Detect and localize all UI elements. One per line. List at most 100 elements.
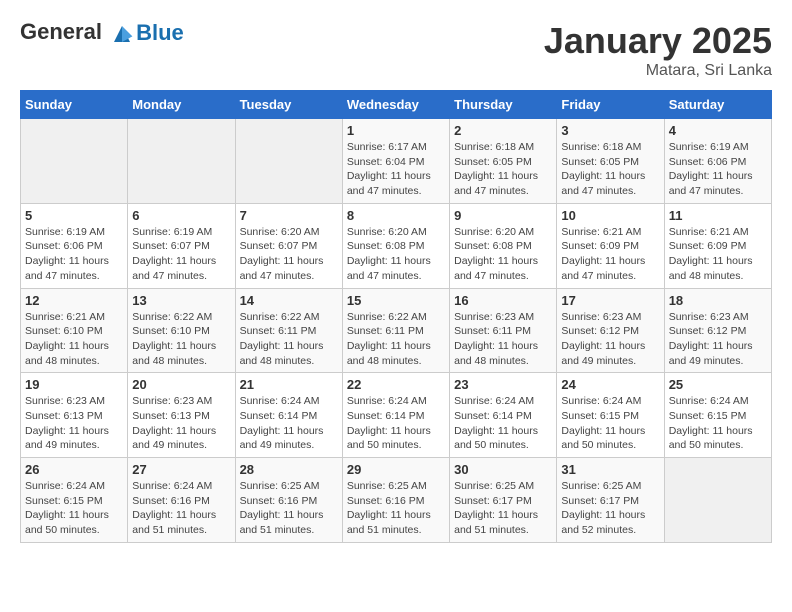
calendar-cell xyxy=(21,119,128,204)
calendar-cell: 14 Sunrise: 6:22 AM Sunset: 6:11 PM Dayli… xyxy=(235,288,342,373)
day-info: Sunrise: 6:19 AM Sunset: 6:06 PM Dayligh… xyxy=(669,140,767,199)
day-info: Sunrise: 6:24 AM Sunset: 6:14 PM Dayligh… xyxy=(347,394,445,453)
day-number: 10 xyxy=(561,208,659,223)
calendar-cell: 2 Sunrise: 6:18 AM Sunset: 6:05 PM Daylig… xyxy=(450,119,557,204)
calendar-cell: 22 Sunrise: 6:24 AM Sunset: 6:14 PM Dayli… xyxy=(342,373,449,458)
day-number: 15 xyxy=(347,293,445,308)
day-number: 27 xyxy=(132,462,230,477)
day-info: Sunrise: 6:24 AM Sunset: 6:14 PM Dayligh… xyxy=(454,394,552,453)
day-number: 20 xyxy=(132,377,230,392)
calendar-cell: 10 Sunrise: 6:21 AM Sunset: 6:09 PM Dayli… xyxy=(557,203,664,288)
day-number: 14 xyxy=(240,293,338,308)
calendar-cell: 19 Sunrise: 6:23 AM Sunset: 6:13 PM Dayli… xyxy=(21,373,128,458)
day-info: Sunrise: 6:24 AM Sunset: 6:15 PM Dayligh… xyxy=(669,394,767,453)
day-number: 2 xyxy=(454,123,552,138)
day-info: Sunrise: 6:25 AM Sunset: 6:16 PM Dayligh… xyxy=(240,479,338,538)
calendar-cell: 26 Sunrise: 6:24 AM Sunset: 6:15 PM Dayli… xyxy=(21,458,128,543)
calendar-cell xyxy=(664,458,771,543)
calendar-cell: 31 Sunrise: 6:25 AM Sunset: 6:17 PM Dayli… xyxy=(557,458,664,543)
calendar-cell: 17Sunrise: 6:23 AM Sunset: 6:12 PM Dayli… xyxy=(557,288,664,373)
day-info: Sunrise: 6:22 AM Sunset: 6:10 PM Dayligh… xyxy=(132,310,230,369)
month-title: January 2025 xyxy=(544,20,772,62)
day-number: 26 xyxy=(25,462,123,477)
calendar-week-5: 26 Sunrise: 6:24 AM Sunset: 6:15 PM Dayli… xyxy=(21,458,772,543)
day-header-wednesday: Wednesday xyxy=(342,91,449,119)
day-header-thursday: Thursday xyxy=(450,91,557,119)
calendar-cell: 13 Sunrise: 6:22 AM Sunset: 6:10 PM Dayli… xyxy=(128,288,235,373)
day-number: 21 xyxy=(240,377,338,392)
day-info: Sunrise: 6:25 AM Sunset: 6:17 PM Dayligh… xyxy=(561,479,659,538)
day-number: 25 xyxy=(669,377,767,392)
day-header-friday: Friday xyxy=(557,91,664,119)
day-header-monday: Monday xyxy=(128,91,235,119)
day-info: Sunrise: 6:20 AM Sunset: 6:07 PM Dayligh… xyxy=(240,225,338,284)
day-number: 31 xyxy=(561,462,659,477)
calendar-cell: 27Sunrise: 6:24 AM Sunset: 6:16 PM Dayli… xyxy=(128,458,235,543)
day-number: 13 xyxy=(132,293,230,308)
day-header-sunday: Sunday xyxy=(21,91,128,119)
calendar-table: SundayMondayTuesdayWednesdayThursdayFrid… xyxy=(20,90,772,543)
day-number: 29 xyxy=(347,462,445,477)
calendar-cell: 20 Sunrise: 6:23 AM Sunset: 6:13 PM Dayli… xyxy=(128,373,235,458)
day-info: Sunrise: 6:19 AM Sunset: 6:06 PM Dayligh… xyxy=(25,225,123,284)
day-info: Sunrise: 6:22 AM Sunset: 6:11 PM Dayligh… xyxy=(240,310,338,369)
calendar-cell: 23 Sunrise: 6:24 AM Sunset: 6:14 PM Dayli… xyxy=(450,373,557,458)
day-info: Sunrise: 6:18 AM Sunset: 6:05 PM Dayligh… xyxy=(454,140,552,199)
day-number: 5 xyxy=(25,208,123,223)
calendar-cell: 5 Sunrise: 6:19 AM Sunset: 6:06 PM Daylig… xyxy=(21,203,128,288)
day-info: Sunrise: 6:23 AM Sunset: 6:12 PM Dayligh… xyxy=(561,310,659,369)
calendar-week-1: 1Sunrise: 6:17 AM Sunset: 6:04 PM Daylig… xyxy=(21,119,772,204)
calendar-cell: 1Sunrise: 6:17 AM Sunset: 6:04 PM Daylig… xyxy=(342,119,449,204)
day-info: Sunrise: 6:19 AM Sunset: 6:07 PM Dayligh… xyxy=(132,225,230,284)
calendar-cell: 30Sunrise: 6:25 AM Sunset: 6:17 PM Dayli… xyxy=(450,458,557,543)
page-header: General Blue January 2025 Matara, Sri La… xyxy=(20,20,772,80)
day-number: 23 xyxy=(454,377,552,392)
day-number: 22 xyxy=(347,377,445,392)
calendar-cell: 4 Sunrise: 6:19 AM Sunset: 6:06 PM Daylig… xyxy=(664,119,771,204)
day-number: 6 xyxy=(132,208,230,223)
calendar-week-2: 5 Sunrise: 6:19 AM Sunset: 6:06 PM Daylig… xyxy=(21,203,772,288)
title-block: January 2025 Matara, Sri Lanka xyxy=(544,20,772,80)
logo-blue: Blue xyxy=(136,20,184,46)
day-number: 12 xyxy=(25,293,123,308)
day-number: 3 xyxy=(561,123,659,138)
day-number: 24 xyxy=(561,377,659,392)
logo: General Blue xyxy=(20,20,184,46)
location-subtitle: Matara, Sri Lanka xyxy=(544,62,772,80)
calendar-cell: 18 Sunrise: 6:23 AM Sunset: 6:12 PM Dayli… xyxy=(664,288,771,373)
calendar-cell: 16Sunrise: 6:23 AM Sunset: 6:11 PM Dayli… xyxy=(450,288,557,373)
day-header-saturday: Saturday xyxy=(664,91,771,119)
calendar-cell: 25 Sunrise: 6:24 AM Sunset: 6:15 PM Dayli… xyxy=(664,373,771,458)
logo-general: General xyxy=(20,19,102,44)
calendar-cell xyxy=(235,119,342,204)
calendar-cell: 12 Sunrise: 6:21 AM Sunset: 6:10 PM Dayli… xyxy=(21,288,128,373)
day-info: Sunrise: 6:21 AM Sunset: 6:09 PM Dayligh… xyxy=(561,225,659,284)
day-info: Sunrise: 6:23 AM Sunset: 6:13 PM Dayligh… xyxy=(132,394,230,453)
day-info: Sunrise: 6:23 AM Sunset: 6:12 PM Dayligh… xyxy=(669,310,767,369)
day-number: 16 xyxy=(454,293,552,308)
calendar-cell: 7 Sunrise: 6:20 AM Sunset: 6:07 PM Daylig… xyxy=(235,203,342,288)
day-info: Sunrise: 6:20 AM Sunset: 6:08 PM Dayligh… xyxy=(454,225,552,284)
day-number: 8 xyxy=(347,208,445,223)
calendar-cell xyxy=(128,119,235,204)
day-info: Sunrise: 6:23 AM Sunset: 6:13 PM Dayligh… xyxy=(25,394,123,453)
day-info: Sunrise: 6:18 AM Sunset: 6:05 PM Dayligh… xyxy=(561,140,659,199)
calendar-cell: 15Sunrise: 6:22 AM Sunset: 6:11 PM Dayli… xyxy=(342,288,449,373)
day-number: 7 xyxy=(240,208,338,223)
day-number: 9 xyxy=(454,208,552,223)
day-info: Sunrise: 6:24 AM Sunset: 6:15 PM Dayligh… xyxy=(25,479,123,538)
day-info: Sunrise: 6:20 AM Sunset: 6:08 PM Dayligh… xyxy=(347,225,445,284)
calendar-cell: 28 Sunrise: 6:25 AM Sunset: 6:16 PM Dayli… xyxy=(235,458,342,543)
day-number: 19 xyxy=(25,377,123,392)
calendar-cell: 6 Sunrise: 6:19 AM Sunset: 6:07 PM Daylig… xyxy=(128,203,235,288)
day-info: Sunrise: 6:24 AM Sunset: 6:15 PM Dayligh… xyxy=(561,394,659,453)
day-number: 4 xyxy=(669,123,767,138)
calendar-header-row: SundayMondayTuesdayWednesdayThursdayFrid… xyxy=(21,91,772,119)
day-number: 28 xyxy=(240,462,338,477)
calendar-cell: 11Sunrise: 6:21 AM Sunset: 6:09 PM Dayli… xyxy=(664,203,771,288)
day-number: 11 xyxy=(669,208,767,223)
day-info: Sunrise: 6:21 AM Sunset: 6:10 PM Dayligh… xyxy=(25,310,123,369)
day-info: Sunrise: 6:24 AM Sunset: 6:14 PM Dayligh… xyxy=(240,394,338,453)
calendar-week-4: 19 Sunrise: 6:23 AM Sunset: 6:13 PM Dayli… xyxy=(21,373,772,458)
day-number: 18 xyxy=(669,293,767,308)
